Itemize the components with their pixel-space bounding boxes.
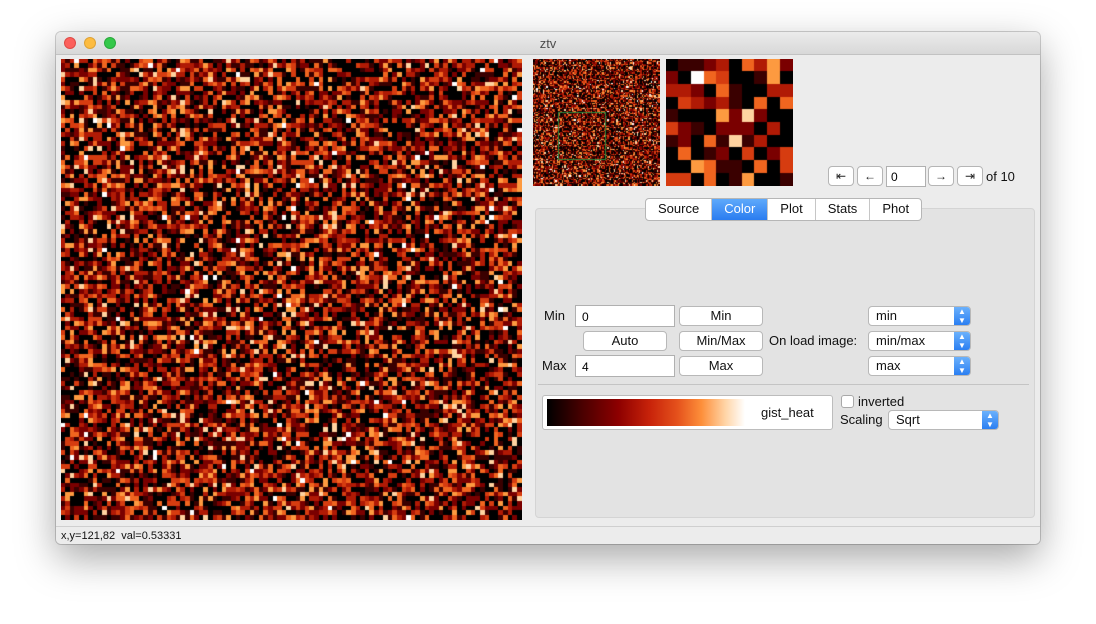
on-load-min-value: min	[876, 308, 897, 323]
scaling-value: Sqrt	[896, 412, 920, 427]
window-title: ztv	[539, 36, 557, 51]
status-bar: x,y=121,82 val=0.53331	[56, 526, 1040, 544]
tab-bar: Source Color Plot Stats Phot	[645, 198, 923, 221]
overview-canvas[interactable]	[533, 59, 660, 186]
tab-stats[interactable]: Stats	[816, 199, 871, 220]
app-window: ztv ⇤ ← 0 → ⇥ of 10 Source Color Plot St…	[56, 32, 1040, 544]
colormap-gradient	[547, 399, 745, 426]
tab-phot[interactable]: Phot	[870, 199, 921, 220]
set-min-button[interactable]: Min	[679, 306, 763, 326]
on-load-max-select[interactable]: max ▲ ▼	[868, 356, 971, 376]
scaling-select[interactable]: Sqrt ▲ ▼	[888, 410, 999, 430]
colormap-name: gist_heat	[761, 405, 814, 420]
tab-plot[interactable]: Plot	[768, 199, 816, 220]
inverted-label: inverted	[858, 394, 905, 409]
chevron-updown-icon: ▲ ▼	[982, 411, 998, 429]
previous-frame-button[interactable]: ←	[857, 166, 883, 186]
first-frame-button[interactable]: ⇤	[828, 166, 854, 186]
on-load-max-value: max	[876, 358, 901, 373]
tab-source[interactable]: Source	[646, 199, 713, 220]
on-load-min-select[interactable]: min ▲ ▼	[868, 306, 971, 326]
tab-color[interactable]: Color	[712, 199, 769, 220]
colormap-selector[interactable]: gist_heat	[542, 395, 833, 430]
min-label: Min	[544, 308, 565, 323]
chevron-updown-icon: ▲ ▼	[954, 357, 970, 375]
frame-count-label: of 10	[986, 169, 1015, 184]
image-canvas[interactable]	[61, 59, 522, 520]
next-frame-button[interactable]: →	[928, 166, 954, 186]
chevron-updown-icon: ▲ ▼	[954, 332, 970, 350]
overview-thumbnail[interactable]	[533, 59, 660, 186]
max-value-field[interactable]: 4	[575, 355, 675, 377]
minmax-button[interactable]: Min/Max	[679, 331, 763, 351]
on-load-minmax-value: min/max	[876, 333, 926, 348]
zoom-canvas	[666, 59, 793, 186]
min-value-field[interactable]: 0	[575, 305, 675, 327]
on-load-minmax-select[interactable]: min/max ▲ ▼	[868, 331, 971, 351]
main-image-view[interactable]	[61, 59, 522, 520]
zoom-thumbnail	[666, 59, 793, 186]
last-frame-button[interactable]: ⇥	[957, 166, 983, 186]
cursor-readout: x,y=121,82 val=0.53331	[61, 530, 182, 542]
auto-button[interactable]: Auto	[583, 331, 667, 351]
max-label: Max	[542, 358, 567, 373]
inverted-checkbox[interactable]	[841, 395, 854, 408]
scaling-label: Scaling	[840, 412, 883, 427]
frame-number-input[interactable]: 0	[886, 166, 926, 187]
set-max-button[interactable]: Max	[679, 356, 763, 376]
on-load-image-label: On load image:	[769, 333, 858, 348]
title-bar: ztv	[56, 32, 1040, 55]
divider	[538, 384, 1029, 385]
chevron-updown-icon: ▲ ▼	[954, 307, 970, 325]
